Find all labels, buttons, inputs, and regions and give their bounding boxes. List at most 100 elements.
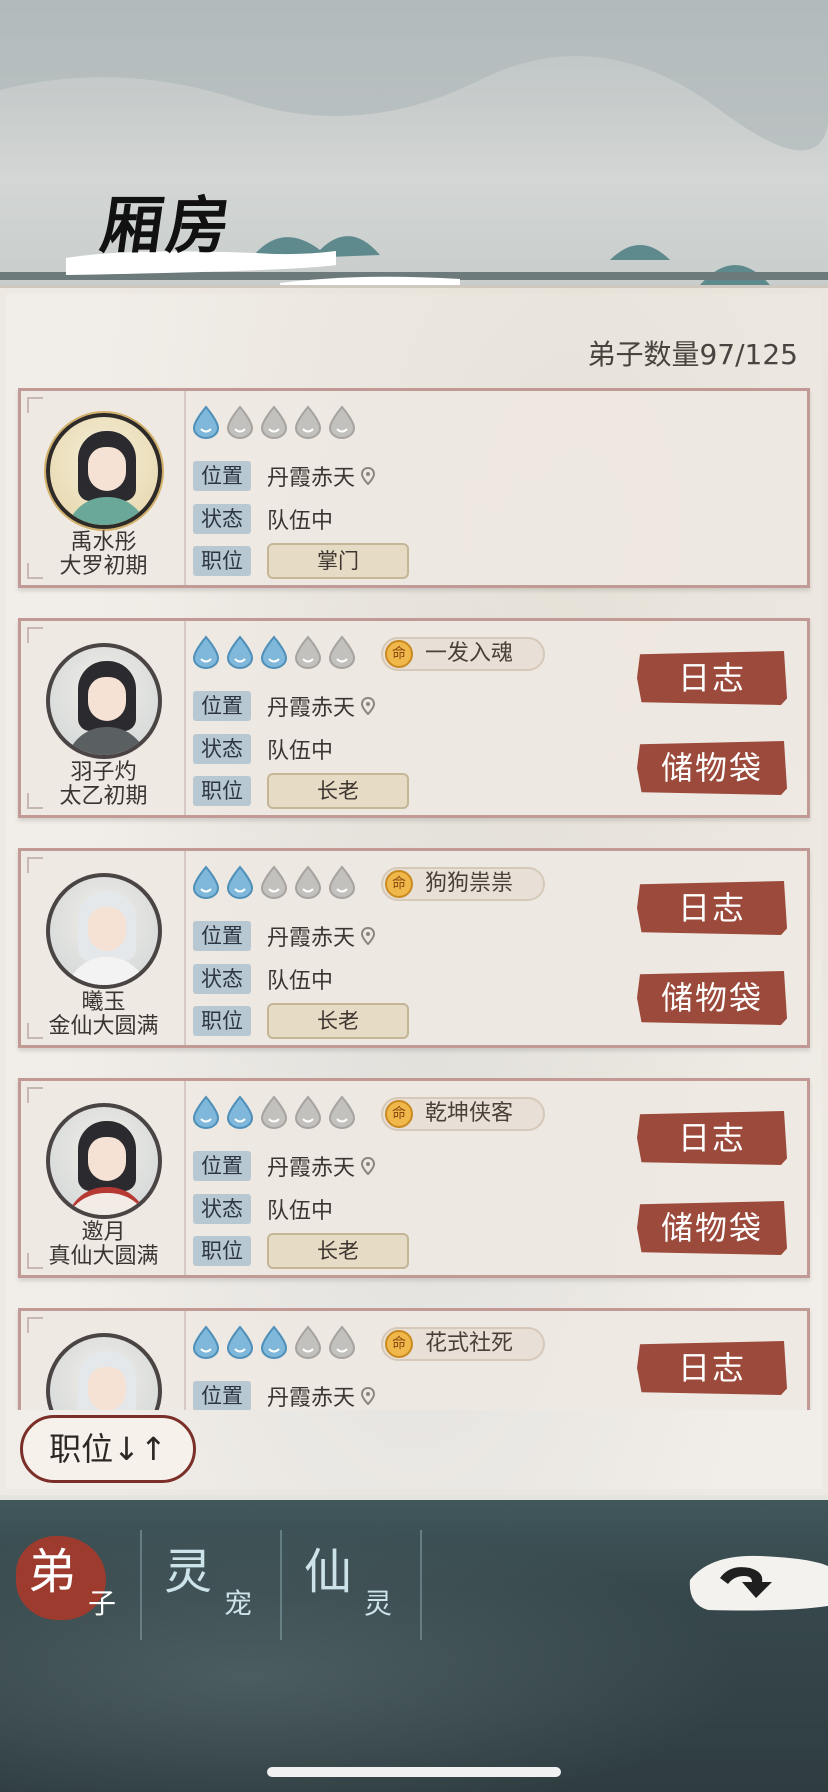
- location-pin-icon: [361, 467, 376, 485]
- storage-bag-button[interactable]: 储物袋: [637, 971, 787, 1025]
- water-drop-icon: [260, 635, 288, 669]
- disciple-card[interactable]: 曦玉 金仙大圆满 命 狗狗祟祟 位置 丹霞赤天 状态 队伍中 职位 长老 日志 …: [18, 848, 810, 1048]
- trait-badge[interactable]: 命 一发入魂: [381, 637, 545, 671]
- water-drop-icon: [192, 405, 220, 439]
- water-drop-icon: [226, 635, 254, 669]
- spirit-drops: [191, 405, 357, 439]
- trait-badge[interactable]: 命 花式社死: [381, 1327, 545, 1361]
- water-drop-icon: [226, 405, 254, 439]
- location-label: 位置: [193, 921, 251, 951]
- disciple-name: 邀月: [81, 1220, 126, 1245]
- position-value[interactable]: 长老: [267, 1233, 409, 1269]
- disciple-name: 羽子灼: [70, 760, 137, 785]
- position-value[interactable]: 掌门: [267, 543, 409, 579]
- tab-spirit-pets[interactable]: 灵 宠: [150, 1532, 280, 1632]
- location-value: 丹霞赤天: [267, 1156, 356, 1181]
- water-drop-icon: [328, 1325, 356, 1359]
- location-value: 丹霞赤天: [267, 696, 356, 721]
- location-pin-icon: [361, 927, 376, 945]
- water-drop-icon: [192, 635, 220, 669]
- water-drop-icon: [294, 405, 322, 439]
- position-label: 职位: [193, 546, 251, 576]
- trait-badge[interactable]: 命 狗狗祟祟: [381, 867, 545, 901]
- status-label: 状态: [193, 734, 251, 764]
- tab-pets-big: 灵: [164, 1544, 213, 1600]
- disciple-count: 弟子数量97/125: [587, 338, 798, 371]
- tab-disciples-big: 弟: [28, 1544, 77, 1600]
- water-drop-icon: [294, 1325, 322, 1359]
- position-value[interactable]: 长老: [267, 1003, 409, 1039]
- status-label: 状态: [193, 504, 251, 534]
- water-drop-icon: [260, 405, 288, 439]
- disciple-avatar[interactable]: [46, 413, 162, 529]
- water-drop-icon: [260, 1325, 288, 1359]
- fate-badge-icon: 命: [385, 1100, 413, 1128]
- fate-badge-icon: 命: [385, 870, 413, 898]
- water-drop-icon: [192, 1095, 220, 1129]
- disciple-avatar[interactable]: [46, 643, 162, 759]
- trait-badge[interactable]: 命 乾坤侠客: [381, 1097, 545, 1131]
- back-arrow-icon[interactable]: [680, 1540, 828, 1616]
- storage-bag-button[interactable]: 储物袋: [637, 1201, 787, 1255]
- disciple-avatar[interactable]: [46, 873, 162, 989]
- disciple-realm: 金仙大圆满: [48, 1014, 159, 1039]
- water-drop-icon: [328, 635, 356, 669]
- water-drop-icon: [294, 635, 322, 669]
- disciple-card[interactable]: 邀月 真仙大圆满 命 乾坤侠客 位置 丹霞赤天 状态 队伍中 职位 长老 日志 …: [18, 1078, 810, 1278]
- spirit-drops: [191, 1325, 357, 1359]
- position-label: 职位: [193, 776, 251, 806]
- trait-label: 一发入魂: [425, 641, 514, 666]
- spirit-drops: [191, 1095, 357, 1129]
- water-drop-icon: [226, 865, 254, 899]
- location-pin-icon: [361, 697, 376, 715]
- disciple-card[interactable]: 羽子灼 太乙初期 命 一发入魂 位置 丹霞赤天 状态 队伍中 职位 长老 日志 …: [18, 618, 810, 818]
- trait-label: 狗狗祟祟: [425, 871, 514, 896]
- status-value: 队伍中: [267, 969, 334, 994]
- tab-spirits-small: 灵: [364, 1587, 393, 1620]
- log-button[interactable]: 日志: [637, 651, 787, 705]
- log-button[interactable]: 日志: [637, 881, 787, 935]
- tab-disciples-small: 子: [88, 1587, 117, 1620]
- water-drop-icon: [226, 1095, 254, 1129]
- trait-label: 乾坤侠客: [425, 1101, 514, 1126]
- tab-pets-small: 宠: [224, 1587, 253, 1620]
- position-label: 职位: [193, 1006, 251, 1036]
- spirit-drops: [191, 865, 357, 899]
- disciple-avatar[interactable]: [46, 1333, 162, 1410]
- log-button[interactable]: 日志: [637, 1341, 787, 1395]
- disciple-avatar[interactable]: [46, 1103, 162, 1219]
- disciple-name: 曦玉: [81, 990, 126, 1015]
- location-label: 位置: [193, 461, 251, 491]
- status-value: 队伍中: [267, 509, 334, 534]
- position-value[interactable]: 长老: [267, 773, 409, 809]
- disciple-realm: 太乙初期: [59, 784, 148, 809]
- fate-badge-icon: 命: [385, 640, 413, 668]
- water-drop-icon: [192, 865, 220, 899]
- tab-disciples[interactable]: 弟 子: [14, 1532, 144, 1632]
- position-label: 职位: [193, 1236, 251, 1266]
- water-drop-icon: [328, 865, 356, 899]
- log-button[interactable]: 日志: [637, 1111, 787, 1165]
- disciple-name: 禹水彤: [70, 530, 137, 555]
- tab-immortal-spirits[interactable]: 仙 灵: [290, 1532, 420, 1632]
- location-label: 位置: [193, 1381, 251, 1410]
- disciple-card[interactable]: 禹水彤 大罗初期 位置 丹霞赤天 状态 队伍中 职位 掌门: [18, 388, 810, 588]
- status-label: 状态: [193, 964, 251, 994]
- fate-badge-icon: 命: [385, 1330, 413, 1358]
- location-value: 丹霞赤天: [267, 466, 356, 491]
- storage-bag-button[interactable]: 储物袋: [637, 741, 787, 795]
- status-value: 队伍中: [267, 739, 334, 764]
- water-drop-icon: [294, 865, 322, 899]
- water-drop-icon: [192, 1325, 220, 1359]
- location-label: 位置: [193, 691, 251, 721]
- location-pin-icon: [361, 1157, 376, 1175]
- location-value: 丹霞赤天: [267, 1386, 356, 1410]
- sort-by-position-button[interactable]: 职位↓↑: [20, 1415, 196, 1483]
- location-value: 丹霞赤天: [267, 926, 356, 951]
- list-clip: 命 花式社死 位置 丹霞赤天 日志: [0, 1300, 828, 1410]
- status-value: 队伍中: [267, 1199, 334, 1224]
- page-title: 厢房: [96, 189, 239, 262]
- water-drop-icon: [294, 1095, 322, 1129]
- trait-label: 花式社死: [425, 1331, 514, 1356]
- disciple-card[interactable]: 命 花式社死 位置 丹霞赤天 日志: [18, 1308, 810, 1410]
